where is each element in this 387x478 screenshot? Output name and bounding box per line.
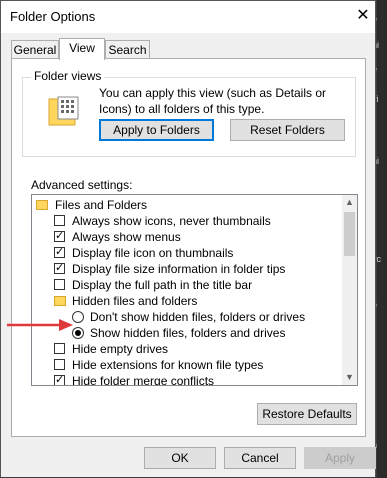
window-title: Folder Options — [10, 9, 96, 24]
list-item-label: Always show icons, never thumbnails — [72, 214, 271, 228]
tab-view[interactable]: View — [59, 38, 105, 60]
folder-views-description: You can apply this view (such as Details… — [99, 86, 327, 116]
advanced-settings-list[interactable]: Files and Folders Always show icons, nev… — [31, 194, 358, 386]
tab-search[interactable]: Search — [105, 40, 150, 59]
folder-views-label: Folder views — [31, 69, 105, 83]
title-bar: Folder Options ✕ — [1, 1, 375, 33]
red-arrow-annotation — [7, 319, 73, 331]
list-item-label: Hide folder merge conflicts — [72, 374, 215, 386]
list-item-label: Display file icon on thumbnails — [72, 246, 234, 260]
list-item-label: Hide extensions for known file types — [72, 358, 264, 372]
folder-views-icon — [48, 96, 79, 126]
radio-button[interactable] — [72, 327, 84, 339]
checkbox[interactable] — [54, 343, 65, 354]
apply-to-folders-button[interactable]: Apply to Folders — [99, 119, 214, 141]
list-item-label: Show hidden files, folders and drives — [90, 326, 286, 340]
checkbox[interactable] — [54, 244, 65, 260]
checkbox[interactable] — [54, 279, 65, 290]
checkbox[interactable] — [54, 260, 65, 276]
list-item-label: Display file size information in folder … — [72, 262, 286, 276]
list-item-label: Don't show hidden files, folders or driv… — [90, 310, 306, 324]
tab-general[interactable]: General — [11, 40, 59, 59]
folder-icon — [36, 200, 48, 210]
checkbox[interactable] — [54, 228, 65, 244]
ok-button[interactable]: OK — [144, 447, 216, 469]
apply-button[interactable]: Apply — [304, 447, 376, 469]
advanced-settings-label: Advanced settings: — [31, 178, 133, 192]
radio-button[interactable] — [72, 311, 84, 323]
checkbox[interactable] — [54, 372, 65, 385]
checkbox[interactable] — [54, 359, 65, 370]
list-item-label: Hidden files and folders — [72, 294, 198, 308]
list-item-label: Files and Folders — [55, 198, 148, 212]
restore-defaults-button[interactable]: Restore Defaults — [257, 403, 357, 425]
list-item-label: Display the full path in the title bar — [72, 278, 253, 292]
background-window-strip — [377, 0, 387, 478]
list-item-label: Always show menus — [72, 230, 181, 244]
folder-options-dialog: Folder Options ✕ General View Search Fol… — [0, 0, 376, 477]
scrollbar-thumb[interactable] — [344, 212, 355, 256]
folder-icon — [54, 296, 66, 306]
close-icon[interactable]: ✕ — [351, 4, 375, 28]
cancel-button[interactable]: Cancel — [224, 447, 296, 469]
list-item-label: Hide empty drives — [72, 342, 169, 356]
scroll-up-icon[interactable]: ▲ — [342, 195, 357, 210]
checkbox[interactable] — [54, 215, 65, 226]
scroll-down-icon[interactable]: ▼ — [342, 370, 357, 385]
vertical-scrollbar[interactable]: ▲ ▼ — [342, 195, 357, 385]
reset-folders-button[interactable]: Reset Folders — [230, 119, 345, 141]
